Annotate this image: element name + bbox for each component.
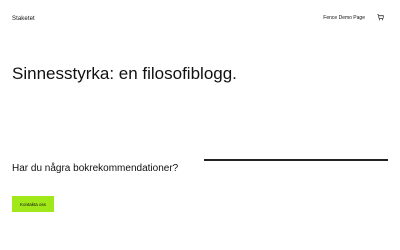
site-title[interactable]: Staketet xyxy=(12,16,35,22)
top-navigation: Fence Demo Page xyxy=(323,14,384,21)
cta-question: Har du några bokrekommendationer? xyxy=(12,163,179,174)
cart-icon[interactable] xyxy=(377,14,384,21)
nav-link-fence-demo-page[interactable]: Fence Demo Page xyxy=(323,15,365,21)
hero-heading: Sinnesstyrka: en filosofiblogg. xyxy=(12,64,237,83)
horizontal-divider xyxy=(204,159,388,161)
contact-us-button[interactable]: Kontakta oss xyxy=(12,196,54,212)
